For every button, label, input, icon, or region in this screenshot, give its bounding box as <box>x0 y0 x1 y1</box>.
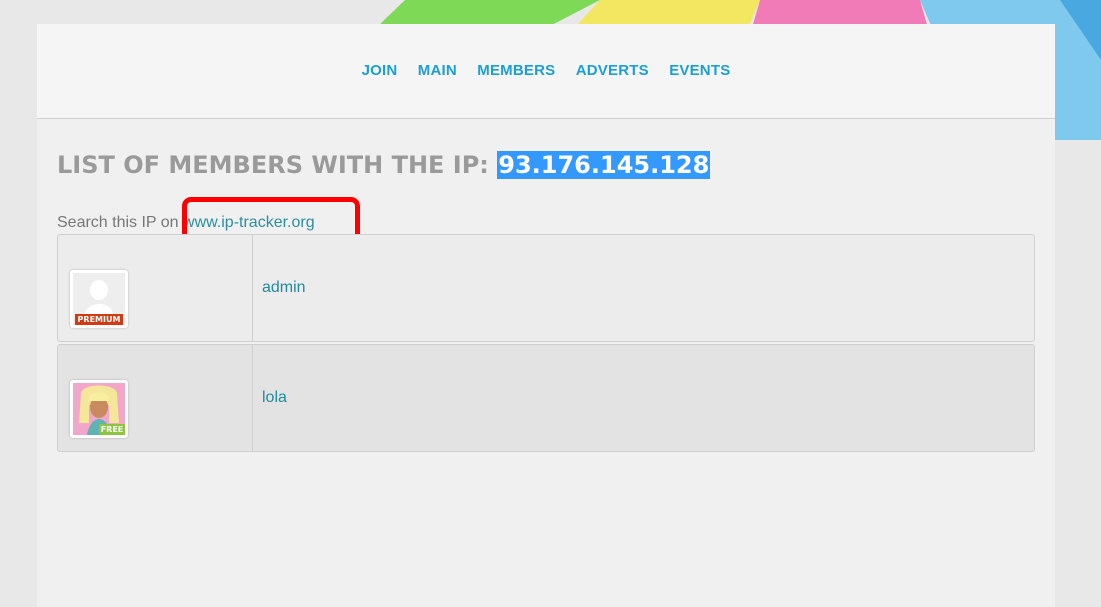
page-title-prefix: LIST OF MEMBERS WITH THE IP: <box>57 151 489 179</box>
table-row: FREE lola <box>57 344 1035 452</box>
page-title: LIST OF MEMBERS WITH THE IP: 93.176.145.… <box>57 151 711 179</box>
nav-join[interactable]: JOIN <box>362 62 398 79</box>
nav-adverts[interactable]: ADVERTS <box>576 62 649 79</box>
avatar-cell: FREE <box>58 345 253 451</box>
table-row: PREMIUM admin <box>57 234 1035 342</box>
avatar-cell: PREMIUM <box>58 235 253 341</box>
page-container: JOIN MAIN MEMBERS ADVERTS EVENTS LIST OF… <box>37 24 1055 607</box>
member-name-cell: admin <box>262 279 306 297</box>
member-name-cell: lola <box>262 389 287 407</box>
ip-address: 93.176.145.128 <box>497 151 711 179</box>
member-link-lola[interactable]: lola <box>262 389 287 406</box>
main-nav: JOIN MAIN MEMBERS ADVERTS EVENTS <box>37 62 1055 79</box>
member-link-admin[interactable]: admin <box>262 279 306 296</box>
free-badge: FREE <box>99 424 125 435</box>
header: JOIN MAIN MEMBERS ADVERTS EVENTS <box>37 24 1055 119</box>
avatar[interactable]: FREE <box>70 380 128 438</box>
nav-main[interactable]: MAIN <box>418 62 457 79</box>
nav-members[interactable]: MEMBERS <box>477 62 555 79</box>
avatar[interactable]: PREMIUM <box>70 270 128 328</box>
nav-events[interactable]: EVENTS <box>669 62 730 79</box>
members-table: PREMIUM admin FREE lola <box>57 234 1035 454</box>
premium-badge: PREMIUM <box>75 314 123 325</box>
search-ip-label: Search this IP on <box>57 214 179 231</box>
